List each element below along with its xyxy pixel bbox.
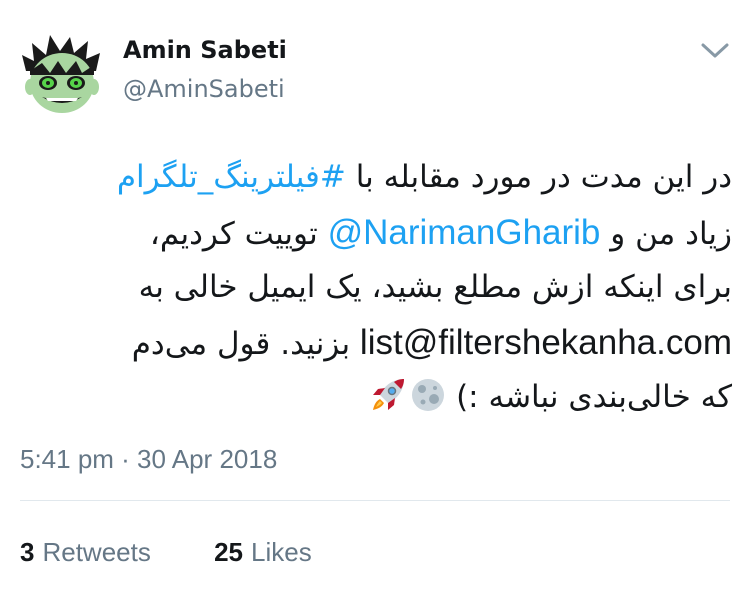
tweet-text-segment: زیاد من و (600, 216, 732, 252)
tweet-line-5: که خالی‌بندی نباشه :) (20, 370, 732, 425)
author-name[interactable]: Amin Sabeti (123, 36, 287, 64)
retweets-count: 3 (20, 537, 35, 567)
retweets-label: Retweets (42, 537, 151, 567)
likes-count: 25 (214, 537, 244, 567)
tweet-text: در این مدت در مورد مقابله با #فیلترینگ_ت… (20, 150, 732, 425)
rocket-emoji-icon (370, 376, 406, 412)
tweet-text-segment: توییت کردیم، (149, 216, 328, 252)
avatar[interactable] (20, 33, 104, 117)
full-moon-emoji-icon (410, 376, 446, 412)
likes-label: Likes (251, 537, 312, 567)
tweet-text-segment: در این مدت در مورد مقابله با (345, 159, 732, 195)
retweets-stat[interactable]: 3 Retweets (20, 537, 151, 568)
tweet-text-segment: بزنید. قول می‌دم (131, 326, 360, 362)
tweet-line-3: برای اینکه ازش مطلع بشید، یک ایمیل خالی … (20, 260, 732, 315)
tweet-timestamp[interactable]: 5:41 pm · 30 Apr 2018 (20, 444, 277, 475)
mention-link[interactable]: @NarimanGharib (328, 213, 601, 252)
tweet-stats: 3 Retweets 25 Likes (20, 537, 368, 568)
hashtag-link[interactable]: #فیلترینگ_تلگرام (117, 159, 346, 195)
tweet-line-4: list@filtershekanha.com بزنید. قول می‌دم (20, 315, 732, 370)
tweet-line-1: در این مدت در مورد مقابله با #فیلترینگ_ت… (20, 150, 732, 205)
divider (20, 500, 730, 501)
author-handle[interactable]: @AminSabeti (123, 75, 285, 103)
email-text: list@filtershekanha.com (359, 323, 732, 362)
tweet-line-2: زیاد من و @NarimanGharib توییت کردیم، (20, 205, 732, 260)
avatar-cartoon-icon (22, 35, 100, 113)
tweet-text-segment: برای اینکه ازش مطلع بشید، یک ایمیل خالی … (138, 269, 732, 305)
tweet-card: Amin Sabeti @AminSabeti در این مدت در مو… (0, 0, 750, 594)
likes-stat[interactable]: 25 Likes (214, 537, 312, 568)
tweet-menu-chevron-down-icon[interactable] (700, 42, 730, 60)
tweet-text-segment: که خالی‌بندی نباشه :) (446, 379, 732, 415)
